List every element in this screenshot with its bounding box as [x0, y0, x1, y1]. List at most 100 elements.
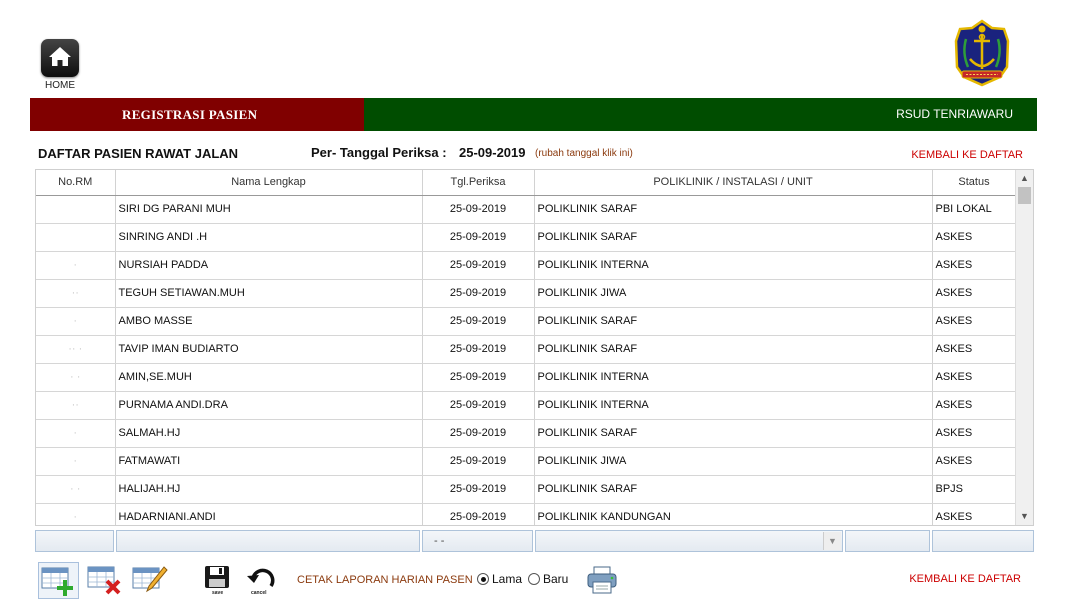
table-row[interactable]: · NURSIAH PADDA 25-09-2019 POLIKLINIK INTER… [36, 251, 1017, 280]
save-label: save [212, 590, 224, 596]
table-scrollbar[interactable]: ▲ ▼ [1015, 170, 1033, 525]
col-header-poli[interactable]: POLIKLINIK / INSTALASI / UNIT [534, 170, 933, 196]
cell-rm [36, 195, 116, 224]
col-header-rm[interactable]: No.RM [36, 170, 116, 196]
filter-poli-select[interactable]: ▼ [535, 530, 843, 552]
cell-status: ASKES [932, 335, 1017, 364]
table-row[interactable]: ·· · TAVIP IMAN BUDIARTO 25-09-2019 POLIKLI… [36, 335, 1017, 364]
hospital-name: RSUD TENRIAWARU [364, 98, 1037, 131]
radio-baru-label: Baru [543, 572, 569, 586]
cell-rm: · · [36, 475, 116, 504]
cell-tgl: 25-09-2019 [422, 475, 535, 504]
table-row[interactable]: · HADARNIANI.ANDI 25-09-2019 POLIKLINIK KAN… [36, 503, 1017, 525]
table-row[interactable]: · · AMIN,SE.MUH 25-09-2019 POLIKLINIK INTER… [36, 363, 1017, 392]
chevron-down-icon[interactable]: ▼ [823, 532, 841, 550]
cell-poli: POLIKLINIK SARAF [534, 335, 933, 364]
cell-nama: HADARNIANI.ANDI [115, 503, 423, 525]
radio-lama[interactable]: Lama [477, 572, 522, 586]
home-button[interactable] [41, 39, 79, 77]
cell-status: BPJS [932, 475, 1017, 504]
radio-baru[interactable]: Baru [528, 572, 568, 586]
table-row[interactable]: ·· PURNAMA ANDI.DRA 25-09-2019 POLIKLINIK I… [36, 391, 1017, 420]
cell-status: ASKES [932, 419, 1017, 448]
print-button[interactable] [586, 566, 618, 599]
patient-table: No.RM Nama Lengkap Tgl.Periksa POLIKLINI… [35, 169, 1034, 526]
cell-rm: ·· [36, 391, 116, 420]
exam-date[interactable]: 25-09-2019 [459, 145, 526, 160]
back-to-list-link-bottom[interactable]: KEMBALI KE DAFTAR [909, 573, 1021, 585]
cell-nama: TAVIP IMAN BUDIARTO [115, 335, 423, 364]
table-row[interactable]: · · HALIJAH.HJ 25-09-2019 POLIKLINIK SARAF B… [36, 475, 1017, 504]
table-row[interactable]: ·· TEGUH SETIAWAN.MUH 25-09-2019 POLIKLINIK… [36, 279, 1017, 308]
filter-extra-input[interactable] [845, 530, 930, 552]
table-row[interactable]: · AMBO MASSE 25-09-2019 POLIKLINIK SARAF ASK… [36, 307, 1017, 336]
cancel-icon [247, 568, 275, 587]
back-to-list-link[interactable]: KEMBALI KE DAFTAR [911, 149, 1023, 161]
cell-status: ASKES [932, 503, 1017, 525]
filter-nama-input[interactable] [116, 530, 420, 552]
delete-row-button[interactable] [86, 564, 122, 601]
table-row[interactable]: · SALMAH.HJ 25-09-2019 POLIKLINIK SARAF ASKE… [36, 419, 1017, 448]
cell-nama: HALIJAH.HJ [115, 475, 423, 504]
date-label: Per- Tanggal Periksa : [311, 145, 447, 160]
scroll-thumb[interactable] [1018, 187, 1031, 204]
cell-poli: POLIKLINIK KANDUNGAN [534, 503, 933, 525]
radio-lama-label: Lama [492, 572, 523, 586]
home-label: HOME [45, 80, 75, 91]
cell-rm: · [36, 419, 116, 448]
cell-poli: POLIKLINIK JIWA [534, 279, 933, 308]
filter-tgl-input[interactable]: - - [422, 530, 533, 552]
cell-status: ASKES [932, 363, 1017, 392]
cell-tgl: 25-09-2019 [422, 391, 535, 420]
anchor-shield-logo [954, 19, 1010, 87]
table-header: No.RM Nama Lengkap Tgl.Periksa POLIKLINI… [36, 170, 1017, 196]
cell-status: ASKES [932, 307, 1017, 336]
cell-tgl: 25-09-2019 [422, 419, 535, 448]
scroll-down-icon[interactable]: ▼ [1016, 508, 1033, 525]
radio-baru-dot[interactable] [528, 573, 540, 585]
cell-poli: POLIKLINIK SARAF [534, 223, 933, 252]
cell-poli: POLIKLINIK INTERNA [534, 251, 933, 280]
table-row[interactable]: · FATMAWATI 25-09-2019 POLIKLINIK JIWA ASKES [36, 447, 1017, 476]
col-header-nama[interactable]: Nama Lengkap [115, 170, 423, 196]
cell-status: ASKES [932, 223, 1017, 252]
add-row-icon [41, 567, 73, 596]
cell-nama: SIRI DG PARANI MUH [115, 195, 423, 224]
filter-tgl-value: - - [434, 535, 445, 547]
cancel-label: cancel [251, 590, 267, 596]
cell-poli: POLIKLINIK SARAF [534, 475, 933, 504]
save-button[interactable]: save [204, 565, 230, 596]
cell-poli: POLIKLINIK INTERNA [534, 391, 933, 420]
cell-tgl: 25-09-2019 [422, 447, 535, 476]
cell-status: ASKES [932, 279, 1017, 308]
filter-rm-input[interactable] [35, 530, 114, 552]
table-row[interactable]: SINRING ANDI .H 25-09-2019 POLIKLINIK SARA… [36, 223, 1017, 252]
cell-poli: POLIKLINIK INTERNA [534, 363, 933, 392]
cell-nama: TEGUH SETIAWAN.MUH [115, 279, 423, 308]
table-row[interactable]: SIRI DG PARANI MUH 25-09-2019 POLIKLINIK S… [36, 195, 1017, 224]
col-header-status[interactable]: Status [932, 170, 1017, 196]
col-header-tgl[interactable]: Tgl.Periksa [422, 170, 535, 196]
cell-rm: ·· · [36, 335, 116, 364]
print-report-label: CETAK LAPORAN HARIAN PASEN [297, 574, 473, 586]
cell-nama: AMIN,SE.MUH [115, 363, 423, 392]
cell-status: ASKES [932, 251, 1017, 280]
change-date-link[interactable]: (rubah tanggal klik ini) [535, 148, 633, 159]
home-icon [49, 47, 71, 66]
cancel-button[interactable]: cancel [246, 566, 276, 596]
cell-tgl: 25-09-2019 [422, 195, 535, 224]
module-title: REGISTRASI PASIEN [30, 98, 364, 131]
cell-rm: · [36, 251, 116, 280]
edit-button[interactable] [131, 564, 169, 599]
cell-tgl: 25-09-2019 [422, 503, 535, 525]
cell-status: ASKES [932, 391, 1017, 420]
filter-status-input[interactable] [932, 530, 1034, 552]
radio-lama-dot[interactable] [477, 573, 489, 585]
delete-row-icon [87, 566, 121, 595]
add-row-button[interactable] [38, 562, 79, 599]
cell-tgl: 25-09-2019 [422, 251, 535, 280]
scroll-up-icon[interactable]: ▲ [1016, 170, 1033, 187]
cell-rm: · [36, 503, 116, 525]
list-title: DAFTAR PASIEN RAWAT JALAN [38, 146, 239, 161]
page: HOME REGISTRASI PASIEN RSUD TENRIAWARU D… [0, 0, 1082, 614]
